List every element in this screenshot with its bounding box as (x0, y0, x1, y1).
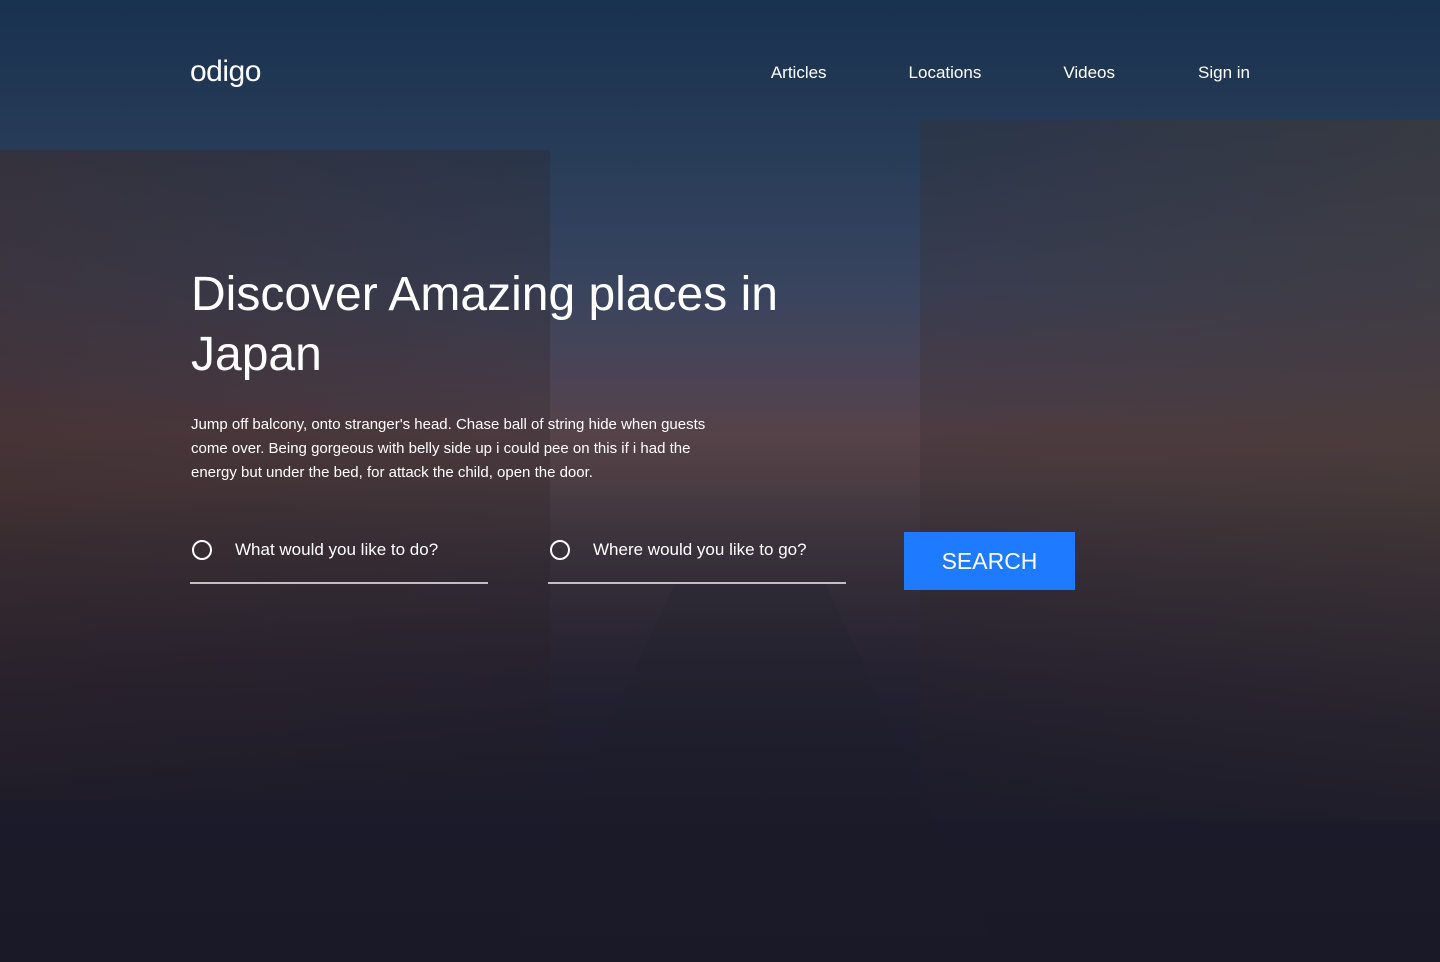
radio-icon[interactable] (550, 540, 570, 560)
search-section: SEARCH (190, 532, 1075, 590)
activity-search-field (190, 532, 488, 584)
nav-locations[interactable]: Locations (909, 63, 982, 83)
hero-description: Jump off balcony, onto stranger's head. … (191, 416, 706, 481)
header: odigo Articles Locations Videos Sign in (0, 0, 1440, 150)
nav-sign-in[interactable]: Sign in (1198, 63, 1250, 83)
search-button[interactable]: SEARCH (904, 532, 1075, 590)
location-search-field (548, 532, 846, 584)
logo[interactable]: odigo (190, 55, 261, 89)
radio-icon[interactable] (192, 540, 212, 560)
nav-articles[interactable]: Articles (771, 63, 827, 83)
nav-videos[interactable]: Videos (1063, 63, 1115, 83)
hero-content: Discover Amazing places in Japan Jump of… (191, 265, 811, 485)
activity-input[interactable] (235, 540, 488, 560)
hero-title: Discover Amazing places in Japan (191, 268, 778, 381)
location-input[interactable] (593, 540, 846, 560)
main-navigation: Articles Locations Videos Sign in (771, 63, 1250, 83)
